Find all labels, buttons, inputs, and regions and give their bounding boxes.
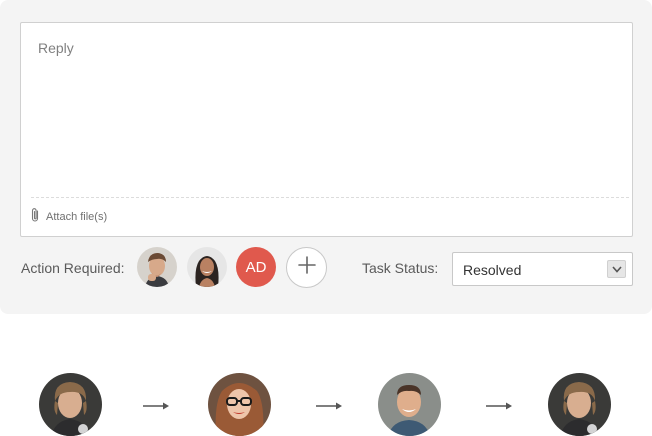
attach-files-label: Attach file(s): [46, 211, 108, 223]
reply-input[interactable]: [21, 23, 632, 197]
task-status-select[interactable]: Resolved: [452, 252, 633, 286]
workflow-step-4: [548, 373, 611, 436]
assignee-avatar-1[interactable]: [137, 247, 177, 287]
male-avatar-icon: [548, 373, 611, 436]
arrow-right-icon: [486, 398, 513, 416]
arrow-right-icon: [143, 398, 170, 416]
male-avatar-icon: [137, 247, 177, 287]
assignee-initials: AD: [245, 258, 267, 276]
reply-box: Attach file(s): [20, 22, 633, 237]
task-status-value: Resolved: [463, 262, 522, 278]
workflow-step-1: [39, 373, 102, 436]
assignee-avatar-2[interactable]: [187, 247, 227, 287]
arrow-right-icon: [316, 398, 343, 416]
chevron-down-icon: [607, 260, 626, 278]
smiling-male-avatar-icon: [378, 373, 441, 436]
male-avatar-icon: [39, 373, 102, 436]
female-glasses-avatar-icon: [208, 373, 271, 436]
paperclip-icon: [30, 207, 40, 228]
plus-icon: [297, 256, 316, 279]
action-row: Action Required: AD Task Status: Resolve…: [0, 245, 652, 289]
female-avatar-icon: [187, 247, 227, 287]
workflow-step-3: [378, 373, 441, 436]
reply-divider: [31, 197, 629, 198]
add-assignee-button[interactable]: [286, 247, 327, 288]
assignee-initials-avatar[interactable]: AD: [236, 247, 276, 287]
attach-files-link[interactable]: Attach file(s): [30, 207, 108, 228]
workflow-chain: [0, 372, 652, 436]
action-required-label: Action Required:: [21, 260, 125, 276]
reply-panel: Attach file(s) Action Required:: [0, 0, 652, 314]
workflow-step-2: [208, 373, 271, 436]
task-status-label: Task Status:: [362, 260, 439, 276]
